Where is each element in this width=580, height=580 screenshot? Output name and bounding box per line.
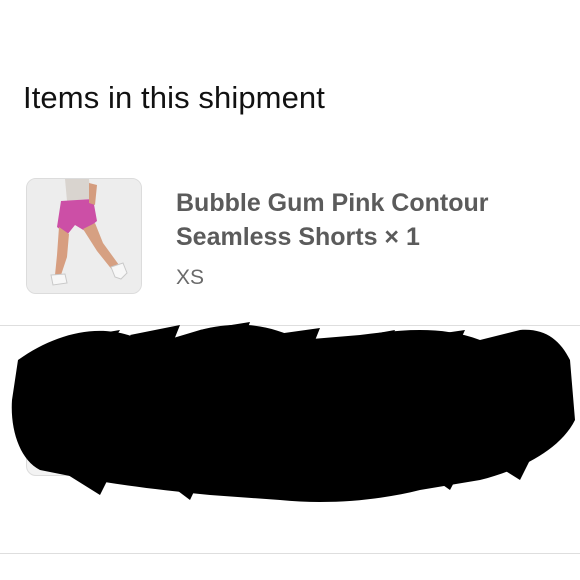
divider bbox=[0, 553, 580, 554]
redaction-scribble bbox=[11, 322, 575, 502]
